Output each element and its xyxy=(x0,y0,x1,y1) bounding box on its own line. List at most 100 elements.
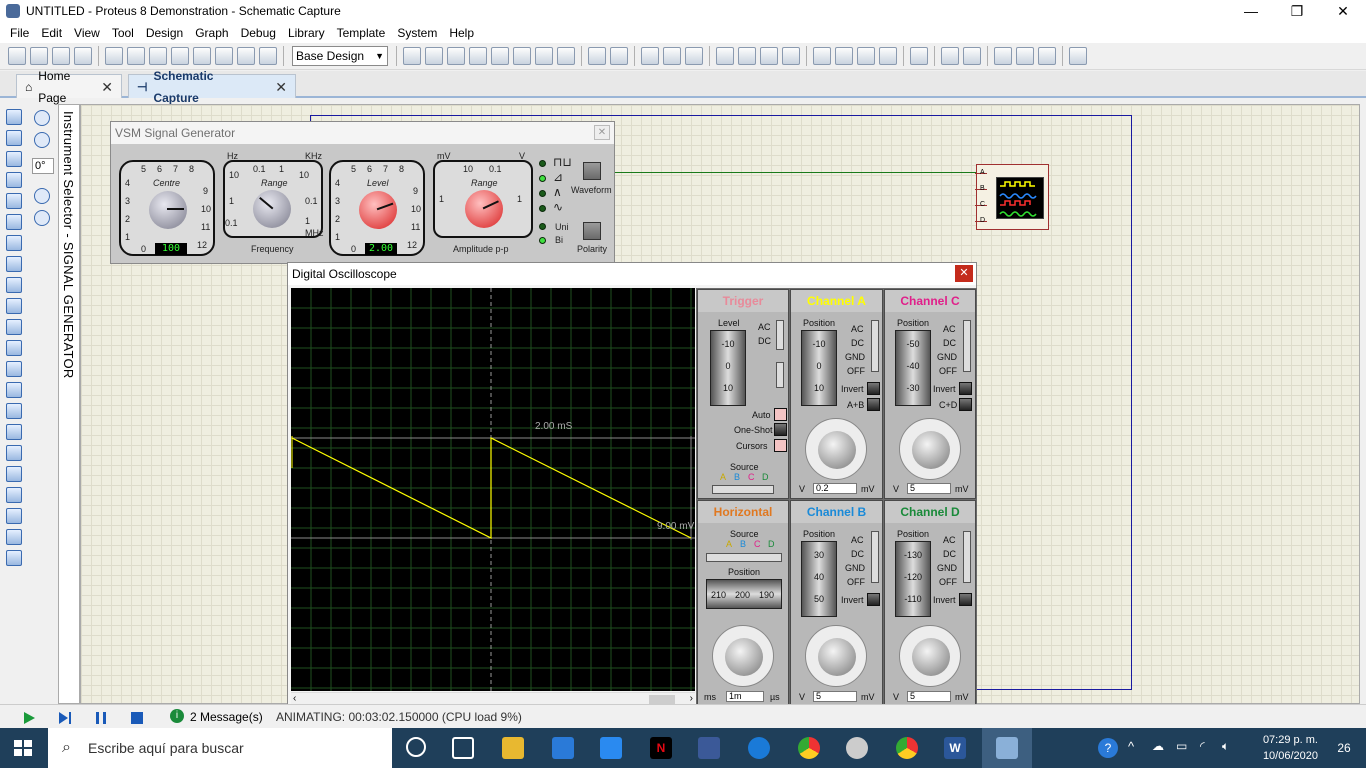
menu-template[interactable]: Template xyxy=(331,26,392,40)
trigger-level-control[interactable]: -10 0 10 xyxy=(710,330,746,406)
search-icon[interactable] xyxy=(941,47,959,65)
design-variant-select[interactable]: Base Design ▼ xyxy=(292,46,388,66)
zoom-in-icon[interactable] xyxy=(491,47,509,65)
redo-icon[interactable] xyxy=(610,47,628,65)
menu-library[interactable]: Library xyxy=(282,26,331,40)
subcircuit-icon[interactable] xyxy=(6,235,22,251)
tape-recorder-icon[interactable] xyxy=(6,319,22,335)
menu-debug[interactable]: Debug xyxy=(235,26,282,40)
channel-d-volts-knob[interactable] xyxy=(912,638,950,676)
text-icon[interactable] xyxy=(6,508,22,524)
tab-home-page[interactable]: ⌂ Home Page ✕ xyxy=(16,69,122,105)
timebase-dial[interactable] xyxy=(712,625,774,687)
pan-icon[interactable] xyxy=(469,47,487,65)
oscilloscope-component[interactable]: A B C D xyxy=(975,164,1049,230)
package-tool-icon[interactable] xyxy=(857,47,875,65)
wire[interactable] xyxy=(615,172,977,173)
make-device-icon[interactable] xyxy=(835,47,853,65)
timebase-entry[interactable]: 1m xyxy=(726,691,764,702)
path-icon[interactable] xyxy=(6,487,22,503)
property-tool-icon[interactable] xyxy=(963,47,981,65)
channel-c-position-control[interactable]: -50 -40 -30 xyxy=(895,330,931,406)
channel-b-volts-knob[interactable] xyxy=(818,638,856,676)
channel-b-volts-dial[interactable] xyxy=(805,625,867,687)
menu-file[interactable]: File xyxy=(4,26,35,40)
one-shot-button[interactable] xyxy=(774,423,787,436)
open-file-icon[interactable] xyxy=(30,47,48,65)
menu-system[interactable]: System xyxy=(391,26,443,40)
microsoft-store-icon[interactable] xyxy=(552,737,574,759)
block-rotate-icon[interactable] xyxy=(760,47,778,65)
frequency-range-knob[interactable] xyxy=(253,190,291,228)
chrome-icon[interactable] xyxy=(798,737,820,759)
trigger-source-slider[interactable] xyxy=(712,485,774,494)
buses-icon[interactable] xyxy=(6,214,22,230)
onedrive-icon[interactable]: ☁ xyxy=(1152,739,1164,753)
channel-c-invert-button[interactable] xyxy=(959,382,972,395)
refresh-icon[interactable] xyxy=(403,47,421,65)
channel-a-volts-dial[interactable] xyxy=(805,418,867,480)
channel-b-invert-button[interactable] xyxy=(867,593,880,606)
rotate-clockwise-icon[interactable] xyxy=(34,110,50,126)
channel-d-volts-dial[interactable] xyxy=(899,625,961,687)
auto-button[interactable] xyxy=(774,408,787,421)
import-icon[interactable] xyxy=(74,47,92,65)
channel-a-volts-knob[interactable] xyxy=(818,431,856,469)
undo-icon[interactable] xyxy=(588,47,606,65)
menu-help[interactable]: Help xyxy=(443,26,480,40)
channel-d-volts-entry[interactable]: 5 xyxy=(907,691,951,702)
signal-generator-titlebar[interactable]: VSM Signal Generator ✕ xyxy=(111,122,614,144)
channel-c-combine-button[interactable] xyxy=(959,398,972,411)
oscilloscope-display[interactable]: 2.00 mS 9.00 mV xyxy=(291,288,695,691)
minimize-button[interactable]: — xyxy=(1228,0,1274,22)
circle-icon[interactable] xyxy=(6,445,22,461)
signal-generator-window[interactable]: VSM Signal Generator ✕ 5 6 7 8 9 10 11 1… xyxy=(110,121,615,264)
pcb-icon[interactable] xyxy=(149,47,167,65)
waveform-button[interactable] xyxy=(583,162,601,180)
clock[interactable]: 07:29 p. m. 10/06/2020 xyxy=(1263,732,1318,764)
dropbox-icon[interactable] xyxy=(600,737,622,759)
notification-center-badge[interactable]: 26 xyxy=(1332,737,1356,759)
zoom-out-icon[interactable] xyxy=(513,47,531,65)
cut-icon[interactable] xyxy=(641,47,659,65)
close-tab-icon[interactable]: ✕ xyxy=(101,76,113,98)
digital-oscilloscope-window[interactable]: Digital Oscilloscope ✕ 2.00 mS 9.00 mV ‹… xyxy=(287,262,977,709)
task-view-icon[interactable] xyxy=(452,737,474,759)
channel-c-volts-knob[interactable] xyxy=(912,431,950,469)
proteus-taskbar-button[interactable] xyxy=(982,728,1032,768)
line-icon[interactable] xyxy=(6,403,22,419)
virtual-instruments-icon[interactable] xyxy=(6,382,22,398)
paste-icon[interactable] xyxy=(685,47,703,65)
design-explorer-icon[interactable] xyxy=(193,47,211,65)
channel-c-coupling-switch[interactable] xyxy=(963,320,971,372)
trigger-coupling-switch[interactable] xyxy=(776,320,784,350)
oscilloscope-titlebar[interactable]: Digital Oscilloscope ✕ xyxy=(288,263,976,285)
origin-icon[interactable] xyxy=(447,47,465,65)
menu-design[interactable]: Design xyxy=(140,26,189,40)
wifi-icon[interactable]: ◜ xyxy=(1200,739,1205,753)
taskbar-search-box[interactable]: ⌕ Escribe aquí para buscar xyxy=(48,728,392,768)
channel-a-coupling-switch[interactable] xyxy=(871,320,879,372)
pause-icon[interactable] xyxy=(94,711,108,725)
save-icon[interactable] xyxy=(52,47,70,65)
centre-knob[interactable] xyxy=(149,191,187,229)
battery-icon[interactable]: ▭ xyxy=(1176,739,1187,753)
pick-device-icon[interactable] xyxy=(813,47,831,65)
edge-icon[interactable] xyxy=(748,737,770,759)
rotation-angle-field[interactable]: 0° xyxy=(32,158,54,174)
channel-d-position-control[interactable]: -130 -120 -110 xyxy=(895,541,931,617)
home-icon[interactable] xyxy=(105,47,123,65)
close-tab-icon[interactable]: ✕ xyxy=(275,76,287,98)
source-code-icon[interactable] xyxy=(237,47,255,65)
junction-dot-icon[interactable] xyxy=(6,151,22,167)
stop-icon[interactable] xyxy=(130,711,144,725)
level-knob[interactable] xyxy=(359,191,397,229)
electrical-rule-check-icon[interactable] xyxy=(1069,47,1087,65)
cursors-button[interactable] xyxy=(774,439,787,452)
zoom-all-icon[interactable] xyxy=(535,47,553,65)
tab-schematic-capture[interactable]: ⊣ Schematic Capture ✕ xyxy=(128,69,296,105)
voltage-probe-icon[interactable] xyxy=(6,361,22,377)
mirror-horizontal-icon[interactable] xyxy=(34,188,50,204)
help-icon[interactable] xyxy=(259,47,277,65)
new-sheet-icon[interactable] xyxy=(994,47,1012,65)
